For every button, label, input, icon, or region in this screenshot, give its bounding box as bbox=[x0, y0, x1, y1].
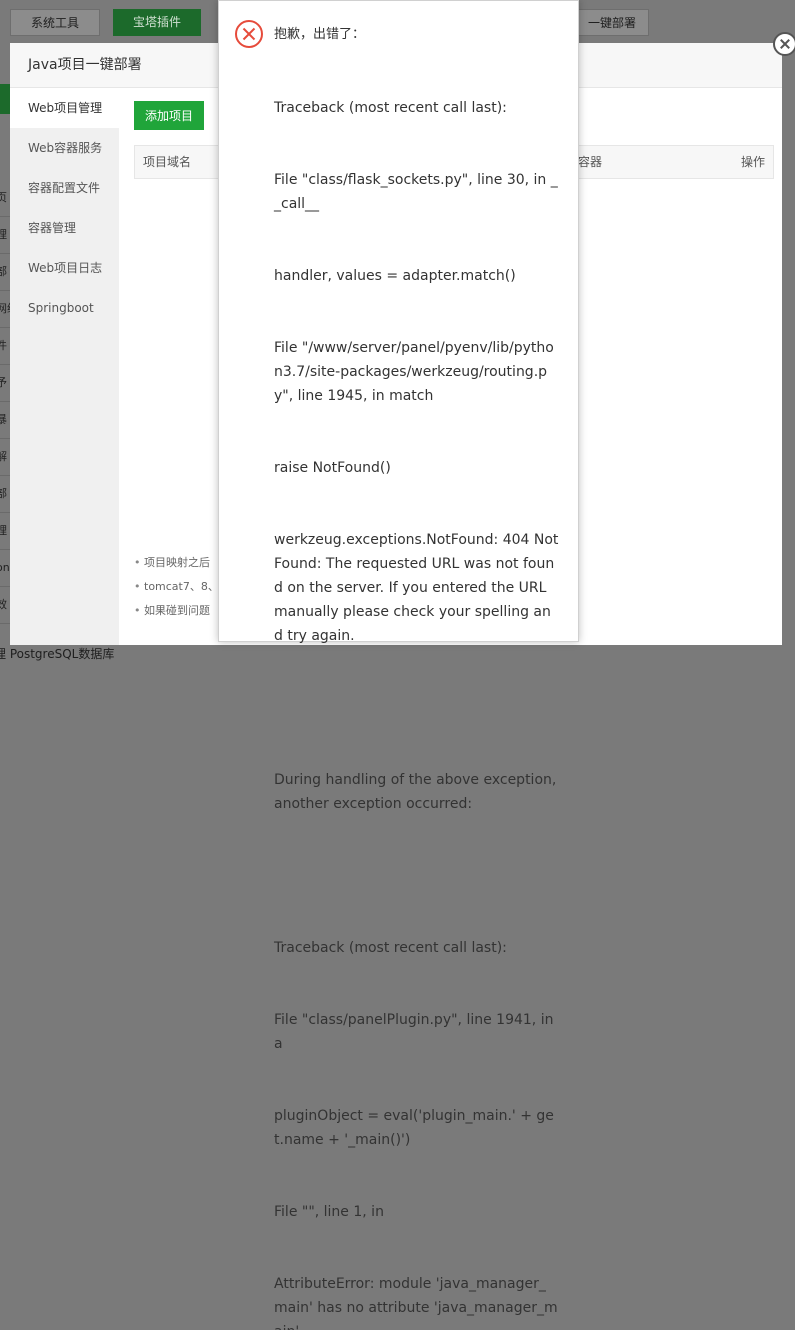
background-fragment: 件 bbox=[0, 328, 10, 365]
tab-one-click-deploy[interactable]: 一键部署 bbox=[575, 9, 649, 36]
traceback-line: File "class/panelPlugin.py", line 1941, … bbox=[274, 1012, 558, 1052]
note-item: 项目映射之后 bbox=[134, 551, 219, 575]
sidebar-item-springboot[interactable]: Springboot bbox=[10, 288, 119, 328]
traceback-line: AttributeError: module 'java_manager_mai… bbox=[274, 1276, 558, 1330]
add-project-button[interactable]: 添加项目 bbox=[134, 101, 204, 130]
traceback-line: File "", line 1, in bbox=[274, 1204, 384, 1220]
error-x-icon bbox=[235, 20, 263, 48]
background-accent-strip bbox=[0, 84, 10, 114]
background-fragment: 理 bbox=[0, 217, 10, 254]
error-title: 抱歉，出错了： bbox=[274, 27, 366, 42]
column-actions: 操作 bbox=[740, 155, 765, 169]
background-fragment: 页 bbox=[0, 180, 10, 217]
sidebar-item-web-logs[interactable]: Web项目日志 bbox=[10, 248, 119, 288]
traceback-line: werkzeug.exceptions.NotFound: 404 Not Fo… bbox=[274, 532, 563, 644]
background-fragment: on bbox=[0, 550, 10, 587]
tab-bt-plugins[interactable]: 宝塔插件 bbox=[113, 9, 201, 36]
background-fragment: 暴 bbox=[0, 402, 10, 439]
dialog-sidebar: Web项目管理 Web容器服务 容器配置文件 容器管理 Web项目日志 Spri… bbox=[10, 88, 119, 645]
traceback-line: ​ bbox=[274, 864, 559, 888]
traceback-line: ​ bbox=[274, 696, 559, 720]
background-fragment: 理 bbox=[0, 513, 10, 550]
traceback-line: File "class/flask_sockets.py", line 30, … bbox=[274, 172, 558, 212]
close-dialog-button[interactable] bbox=[773, 32, 795, 56]
column-container: 容器 bbox=[578, 155, 603, 169]
traceback-line: pluginObject = eval('plugin_main.' + get… bbox=[274, 1108, 554, 1148]
error-popup: 抱歉，出错了： Traceback (most recent call last… bbox=[218, 0, 579, 1330]
tab-system-tools[interactable]: 系统工具 bbox=[10, 9, 100, 36]
background-fragment: 部 bbox=[0, 254, 10, 291]
help-notes: 项目映射之后 tomcat7、8、 如果碰到问题 bbox=[134, 551, 219, 623]
traceback-line: Traceback (most recent call last): bbox=[274, 100, 507, 116]
sidebar-item-web-projects[interactable]: Web项目管理 bbox=[10, 88, 119, 128]
sidebar-item-container-config[interactable]: 容器配置文件 bbox=[10, 168, 119, 208]
note-item: tomcat7、8、 bbox=[134, 575, 219, 599]
sidebar-item-container-management[interactable]: 容器管理 bbox=[10, 208, 119, 248]
traceback-line: raise NotFound() bbox=[274, 460, 391, 476]
background-fragment: 予 bbox=[0, 365, 10, 402]
background-fragment: 部 bbox=[0, 476, 10, 513]
error-traceback: Traceback (most recent call last): File … bbox=[274, 48, 559, 1330]
note-item: 如果碰到问题 bbox=[134, 599, 219, 623]
background-sidebar-fragments: 页 理 部 网络 件 予 暴 解 部 理 on 效 bbox=[0, 180, 10, 624]
traceback-line: File "/www/server/panel/pyenv/lib/python… bbox=[274, 340, 554, 404]
column-domain: 项目域名 bbox=[143, 155, 192, 169]
background-fragment: 网络 bbox=[0, 291, 10, 328]
background-fragment: 效 bbox=[0, 587, 10, 624]
traceback-line: During handling of the above exception, … bbox=[274, 772, 561, 812]
background-bottom-text: 理 PostgreSQL数据库 bbox=[0, 647, 115, 661]
traceback-line: handler, values = adapter.match() bbox=[274, 268, 516, 284]
sidebar-item-web-container[interactable]: Web容器服务 bbox=[10, 128, 119, 168]
traceback-line: Traceback (most recent call last): bbox=[274, 940, 507, 956]
background-fragment: 解 bbox=[0, 439, 10, 476]
